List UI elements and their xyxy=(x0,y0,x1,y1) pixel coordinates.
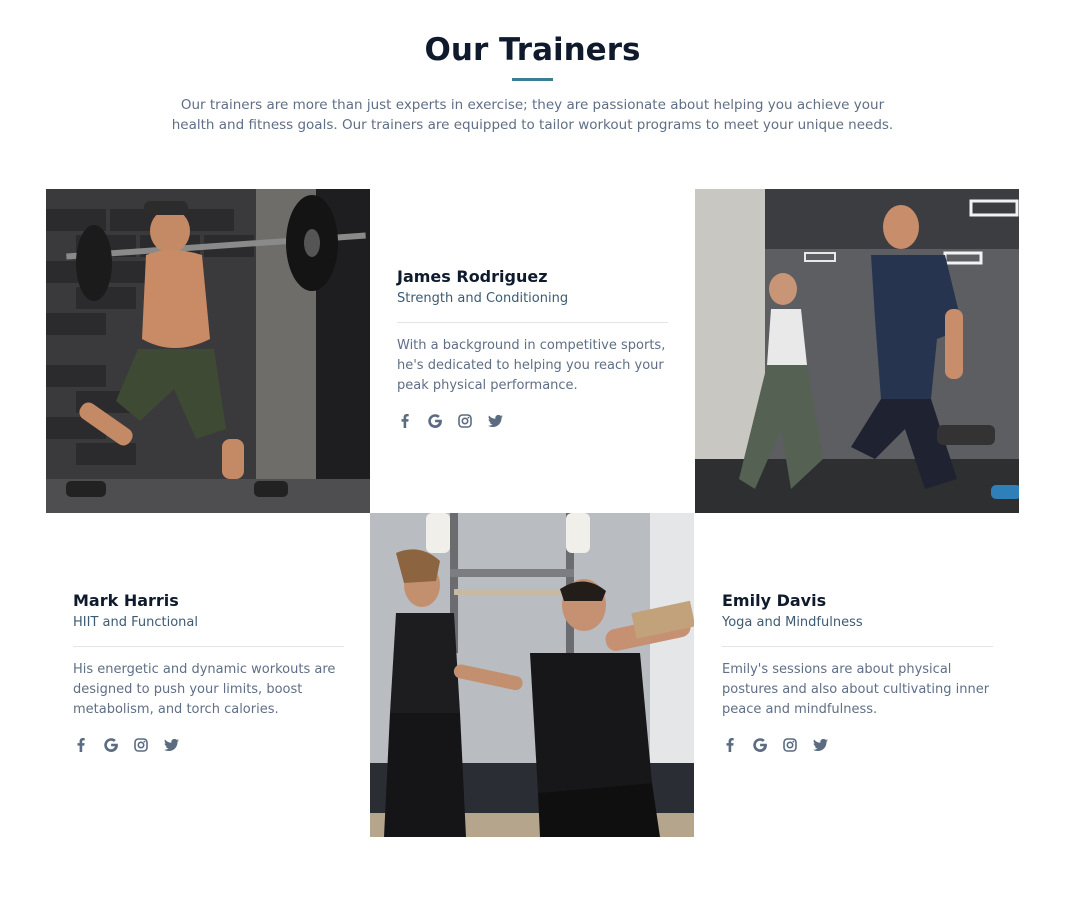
trainers-grid: James Rodriguez Strength and Conditionin… xyxy=(46,189,1019,837)
facebook-icon[interactable] xyxy=(397,413,413,429)
google-icon[interactable] xyxy=(103,737,119,753)
trainer-name: Emily Davis xyxy=(722,591,827,610)
social-links xyxy=(722,737,993,753)
instagram-icon[interactable] xyxy=(782,737,798,753)
instagram-icon[interactable] xyxy=(457,413,473,429)
trainer-role: Strength and Conditioning xyxy=(397,291,569,306)
trainer-bio: Emily's sessions are about physical post… xyxy=(722,662,990,717)
trainer-bio: With a background in competitive sports,… xyxy=(397,338,666,393)
card-divider xyxy=(722,646,993,647)
title-underline xyxy=(512,78,553,81)
trainer-role: HIIT and Functional xyxy=(73,615,198,630)
section-intro: Our trainers are more than just experts … xyxy=(171,97,894,133)
trainers-section: Our Trainers Our trainers are more than … xyxy=(0,0,1065,908)
trainer-photo-pilates xyxy=(370,513,694,837)
card-divider xyxy=(397,322,668,323)
google-icon[interactable] xyxy=(752,737,768,753)
social-links xyxy=(73,737,344,753)
trainer-name: James Rodriguez xyxy=(397,267,548,286)
trainer-photo-gym-lunges xyxy=(695,189,1019,513)
facebook-icon[interactable] xyxy=(73,737,89,753)
facebook-icon[interactable] xyxy=(722,737,738,753)
trainer-bio: His energetic and dynamic workouts are d… xyxy=(73,662,336,717)
section-title: Our Trainers xyxy=(424,32,641,68)
social-links xyxy=(397,413,668,429)
trainer-card-emily: Emily Davis Yoga and Mindfulness Emily's… xyxy=(695,513,1019,837)
twitter-icon[interactable] xyxy=(812,737,828,753)
card-divider xyxy=(73,646,344,647)
trainer-photo-barbell-lunge xyxy=(46,189,370,513)
trainer-name: Mark Harris xyxy=(73,591,179,610)
trainer-role: Yoga and Mindfulness xyxy=(722,615,863,630)
twitter-icon[interactable] xyxy=(163,737,179,753)
trainer-card-mark: Mark Harris HIIT and Functional His ener… xyxy=(46,513,370,837)
google-icon[interactable] xyxy=(427,413,443,429)
twitter-icon[interactable] xyxy=(487,413,503,429)
instagram-icon[interactable] xyxy=(133,737,149,753)
trainer-card-james: James Rodriguez Strength and Conditionin… xyxy=(370,189,694,513)
